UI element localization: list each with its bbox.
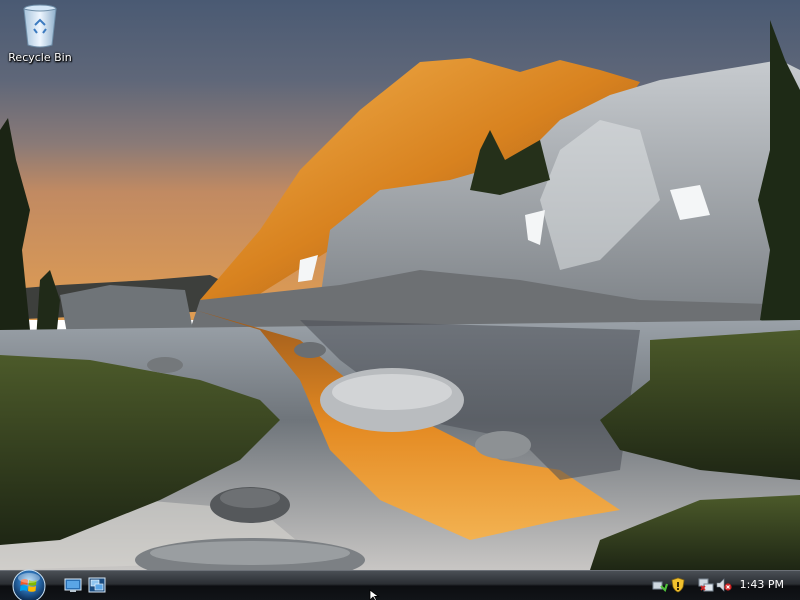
network-icon[interactable] xyxy=(652,577,668,593)
clock[interactable]: 1:43 PM xyxy=(740,578,784,591)
system-tray: 1:43 PM xyxy=(644,574,800,598)
wallpaper-image xyxy=(0,0,800,570)
network-status-icon[interactable] xyxy=(698,577,714,593)
mouse-cursor-icon xyxy=(369,589,380,600)
switch-windows-icon[interactable] xyxy=(88,577,106,593)
desktop[interactable]: Recycle Bin xyxy=(0,0,800,570)
recycle-bin-icon xyxy=(23,4,57,48)
taskbar: 1:43 PM xyxy=(0,569,800,600)
recycle-bin-label: Recycle Bin xyxy=(8,51,72,64)
windows-start-orb-icon[interactable] xyxy=(8,566,50,600)
security-shield-icon[interactable] xyxy=(670,577,686,593)
recycle-bin-desktop-icon[interactable]: Recycle Bin xyxy=(6,3,74,64)
show-desktop-icon[interactable] xyxy=(64,577,82,593)
volume-muted-icon[interactable] xyxy=(716,577,732,593)
